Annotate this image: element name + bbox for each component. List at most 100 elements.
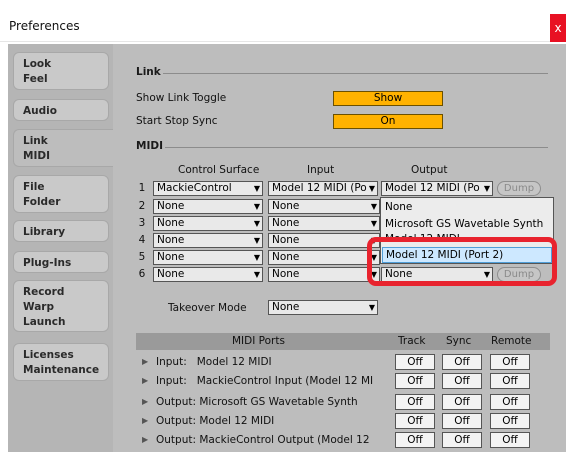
remote-toggle[interactable]: Off — [490, 413, 530, 429]
menu-item-gs-wavetable[interactable]: Microsoft GS Wavetable Synth — [382, 216, 552, 232]
select-value: Model 12 MIDI (Po — [385, 182, 480, 194]
sync-toggle[interactable]: Off — [442, 354, 482, 370]
control-surface-select[interactable]: None ▼ — [153, 199, 263, 214]
tab-library[interactable]: Library — [13, 220, 109, 242]
remote-toggle[interactable]: Off — [490, 394, 530, 410]
remote-toggle[interactable]: Off — [490, 432, 530, 448]
tab-file-folder[interactable]: File Folder — [13, 175, 109, 213]
remote-header: Remote — [491, 335, 532, 347]
port-name: Microsoft GS Wavetable Synth — [199, 396, 358, 408]
expand-triangle-icon[interactable]: ▶ — [142, 397, 148, 406]
menu-item-none[interactable]: None — [382, 199, 552, 215]
dropdown-arrow-icon: ▼ — [253, 270, 260, 279]
port-name: Model 12 MIDI — [199, 415, 275, 427]
output-select-open[interactable]: Model 12 MIDI (Po ▼ — [381, 181, 493, 196]
input-select[interactable]: None ▼ — [268, 267, 380, 282]
dropdown-arrow-icon: ▼ — [253, 253, 260, 262]
row-number: 2 — [138, 200, 146, 212]
remote-toggle[interactable]: Off — [490, 373, 530, 389]
input-select[interactable]: None ▼ — [268, 216, 380, 231]
start-stop-sync-label: Start Stop Sync — [136, 115, 218, 127]
midi-ports-header: MIDI Ports Track Sync Remote — [136, 333, 550, 350]
show-link-toggle[interactable]: Show — [333, 91, 443, 106]
select-value: None — [157, 268, 185, 280]
show-link-toggle-label: Show Link Toggle — [136, 92, 227, 104]
input-select[interactable]: None ▼ — [268, 250, 380, 265]
track-toggle[interactable]: Off — [395, 373, 435, 389]
tab-look-feel[interactable]: Look Feel — [13, 52, 109, 90]
row-number: 5 — [138, 251, 146, 263]
port-name: Model 12 MIDI — [196, 356, 272, 368]
sync-toggle[interactable]: Off — [442, 413, 482, 429]
tab-audio[interactable]: Audio — [13, 99, 109, 121]
select-value: None — [157, 234, 185, 246]
port-direction: Input: — [156, 375, 187, 387]
select-value: None — [157, 251, 185, 263]
midi-port-row: ▶ Output: MackieControl Output (Model 12… — [136, 430, 550, 452]
dropdown-arrow-icon: ▼ — [253, 236, 260, 245]
row-number: 6 — [138, 268, 146, 280]
tab-link-midi[interactable]: Link MIDI — [13, 129, 114, 167]
port-description: Input: MackieControl Input (Model 12 MI — [156, 375, 391, 387]
link-section-title: Link — [136, 66, 161, 78]
port-description: Input: Model 12 MIDI — [156, 356, 391, 368]
start-stop-sync-toggle[interactable]: On — [333, 114, 443, 129]
midi-port-row: ▶ Input: MackieControl Input (Model 12 M… — [136, 371, 550, 393]
control-surface-select[interactable]: None ▼ — [153, 250, 263, 265]
port-direction: Output: — [156, 396, 197, 408]
dropdown-arrow-icon: ▼ — [368, 303, 375, 312]
row-number: 1 — [138, 182, 146, 194]
tab-plug-ins[interactable]: Plug-Ins — [13, 251, 109, 273]
dropdown-arrow-icon: ▼ — [370, 219, 377, 228]
track-toggle[interactable]: Off — [395, 432, 435, 448]
input-select[interactable]: None ▼ — [268, 233, 380, 248]
expand-triangle-icon[interactable]: ▶ — [142, 416, 148, 425]
midi-section-title: MIDI — [136, 140, 163, 152]
track-toggle[interactable]: Off — [395, 413, 435, 429]
select-value: None — [272, 251, 300, 263]
link-divider — [163, 73, 548, 74]
control-surface-select[interactable]: None ▼ — [153, 267, 263, 282]
control-surface-select[interactable]: MackieControl ▼ — [153, 181, 263, 196]
remote-toggle[interactable]: Off — [490, 354, 530, 370]
port-name: MackieControl Output (Model 12 — [199, 434, 370, 446]
track-header: Track — [398, 335, 426, 347]
midi-ports-title: MIDI Ports — [232, 335, 285, 347]
expand-triangle-icon[interactable]: ▶ — [142, 357, 148, 366]
tab-record-warp-launch[interactable]: Record Warp Launch — [13, 280, 109, 332]
port-description: Output: Model 12 MIDI — [156, 415, 391, 427]
highlight-annotation — [367, 237, 557, 286]
close-icon[interactable]: x — [550, 14, 566, 42]
dropdown-arrow-icon: ▼ — [253, 219, 260, 228]
dropdown-arrow-icon: ▼ — [253, 184, 260, 193]
track-toggle[interactable]: Off — [395, 354, 435, 370]
port-description: Output: Microsoft GS Wavetable Synth — [156, 396, 391, 408]
dropdown-arrow-icon: ▼ — [370, 202, 377, 211]
input-select[interactable]: None ▼ — [268, 199, 380, 214]
tab-licenses-maintenance[interactable]: Licenses Maintenance — [13, 343, 109, 381]
row-number: 3 — [138, 217, 146, 229]
select-value: None — [272, 234, 300, 246]
select-value: MackieControl — [157, 182, 232, 194]
window-title: Preferences — [9, 19, 80, 33]
track-toggle[interactable]: Off — [395, 394, 435, 410]
expand-triangle-icon[interactable]: ▶ — [142, 435, 148, 444]
input-select[interactable]: Model 12 MIDI (Po ▼ — [268, 181, 378, 196]
port-direction: Input: — [156, 356, 187, 368]
control-surface-select[interactable]: None ▼ — [153, 233, 263, 248]
expand-triangle-icon[interactable]: ▶ — [142, 376, 148, 385]
sync-toggle[interactable]: Off — [442, 373, 482, 389]
control-surface-select[interactable]: None ▼ — [153, 216, 263, 231]
sync-toggle[interactable]: Off — [442, 432, 482, 448]
midi-divider — [165, 147, 548, 148]
sync-toggle[interactable]: Off — [442, 394, 482, 410]
dump-button[interactable]: Dump — [497, 181, 541, 196]
takeover-mode-select[interactable]: None ▼ — [268, 300, 378, 315]
select-value: Model 12 MIDI (Po — [272, 182, 367, 194]
select-value: None — [272, 301, 300, 313]
port-name: MackieControl Input (Model 12 MI — [196, 375, 374, 387]
select-value: None — [272, 268, 300, 280]
title-bar: Preferences x — [0, 0, 566, 42]
port-direction: Output: — [156, 434, 197, 446]
select-value: None — [272, 217, 300, 229]
